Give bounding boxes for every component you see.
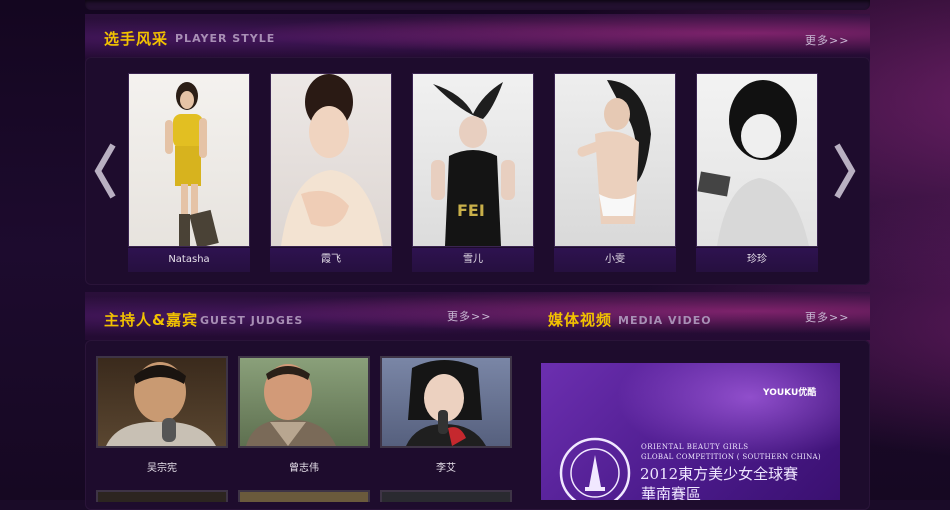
player-name[interactable]: 霞飞 [270, 248, 392, 272]
player-section-subtitle: PLAYER STYLE [175, 32, 276, 45]
judge-photo[interactable] [96, 490, 228, 502]
player-name[interactable]: 雪儿 [412, 248, 534, 272]
judge-name[interactable]: 曾志伟 [238, 459, 370, 474]
video-caption-line2: GLOBAL COMPETITION ( SOUTHERN CHINA) [641, 453, 821, 461]
judge-card[interactable]: 曾志伟 [238, 356, 370, 474]
judge-photo[interactable] [380, 356, 512, 448]
judge-name[interactable]: 吴宗宪 [96, 459, 228, 474]
video-subtitle: 華南賽區 [641, 485, 702, 500]
player-more-link[interactable]: 更多>> [805, 32, 849, 48]
svg-text:FEI: FEI [457, 201, 485, 220]
judge-photo[interactable] [96, 356, 228, 448]
media-more-link[interactable]: 更多>> [805, 309, 849, 325]
carousel-prev-arrow-icon[interactable] [93, 141, 119, 201]
video-caption-line1: ORIENTAL BEAUTY GIRLS [641, 443, 749, 451]
player-card[interactable]: 珍珍 [696, 73, 818, 272]
carousel-next-arrow-icon[interactable] [831, 141, 857, 201]
player-card[interactable]: Natasha [128, 73, 250, 272]
player-section-title: 选手风采 [104, 30, 169, 48]
player-photo[interactable] [128, 73, 250, 247]
player-card[interactable]: 小雯 [554, 73, 676, 272]
youku-logo: YOUKU优酷 [763, 388, 817, 398]
player-photo[interactable] [270, 73, 392, 247]
player-section-header: 选手风采 PLAYER STYLE 更多>> [85, 14, 870, 62]
top-frame-edge [85, 0, 870, 10]
judge-photo[interactable] [380, 490, 512, 502]
media-section-title: 媒体视频 [548, 311, 613, 329]
player-name[interactable]: 珍珍 [696, 248, 818, 272]
judges-media-header: 主持人&嘉宾 GUEST JUDGES 更多>> 媒体视频 MEDIA VIDE… [85, 292, 870, 340]
judge-photo[interactable] [238, 356, 370, 448]
player-carousel: Natasha 霞飞 FEI 雪儿 小雯 珍珍 [85, 57, 870, 285]
judge-photo[interactable] [238, 490, 370, 502]
player-photo[interactable] [554, 73, 676, 247]
video-title: 2012東方美少女全球賽 [640, 465, 799, 483]
player-card[interactable]: 霞飞 [270, 73, 392, 272]
judge-card[interactable]: 吴宗宪 [96, 356, 228, 474]
player-name[interactable]: 小雯 [554, 248, 676, 272]
judges-section-title: 主持人&嘉宾 [104, 311, 199, 329]
judges-more-link[interactable]: 更多>> [447, 308, 491, 324]
judge-name[interactable]: 李艾 [380, 459, 512, 474]
player-card[interactable]: FEI 雪儿 [412, 73, 534, 272]
judge-card[interactable]: 李艾 [380, 356, 512, 474]
competition-seal-icon [559, 437, 631, 500]
player-photo[interactable] [696, 73, 818, 247]
judges-section-subtitle: GUEST JUDGES [200, 314, 304, 327]
media-section-subtitle: MEDIA VIDEO [618, 314, 712, 327]
player-photo[interactable]: FEI [412, 73, 534, 247]
player-name[interactable]: Natasha [128, 248, 250, 272]
media-video-thumbnail[interactable]: YOUKU优酷 ORIENTAL BEAUTY GIRLS GLOBAL COM… [541, 363, 840, 500]
